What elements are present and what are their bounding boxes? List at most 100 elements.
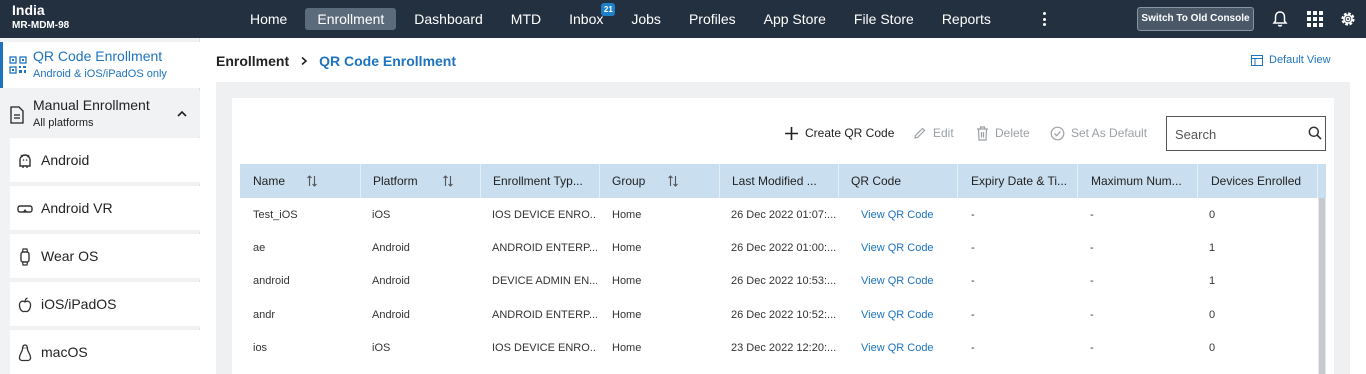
sidebar-item-label: macOS (41, 344, 88, 360)
column-header-maximum-number[interactable]: Maximum Num... (1078, 164, 1198, 198)
org-id: MR-MDM-98 (12, 20, 70, 31)
top-navigation-bar: India MR-MDM-98 Home Enrollment Dashboar… (0, 0, 1366, 38)
column-header-qr-code[interactable]: QR Code (839, 164, 958, 198)
vr-headset-icon (17, 205, 33, 213)
nav-enrollment[interactable]: Enrollment (305, 8, 397, 30)
cell-expiry-date: - (971, 242, 975, 254)
cell-platform: iOS (372, 342, 391, 354)
sidebar-item-android[interactable]: Android (10, 138, 200, 184)
table-row[interactable]: Test_iOS iOS IOS DEVICE ENRO... Home 26 … (240, 199, 1318, 232)
view-qr-code-link[interactable]: View QR Code (861, 299, 951, 332)
apps-grid-icon[interactable] (1306, 10, 1324, 28)
cell-group: Home (612, 309, 642, 321)
view-qr-code-link[interactable]: View QR Code (861, 199, 951, 232)
cell-devices-enrolled: 0 (1209, 309, 1216, 321)
table-row[interactable]: android Android DEVICE ADMIN EN... Home … (240, 265, 1318, 298)
nav-app-store[interactable]: App Store (750, 8, 840, 30)
table-row[interactable]: ae Android ANDROID ENTERP... Home 26 Dec… (240, 232, 1318, 265)
linux-penguin-icon (18, 344, 32, 362)
table-row[interactable]: andr Android ANDROID ENTERP... Home 26 D… (240, 299, 1318, 332)
column-header-name[interactable]: Name (240, 164, 361, 198)
nav-inbox-label: Inbox (569, 11, 604, 27)
cell-expiry-date: - (971, 275, 975, 287)
cell-maximum-number: - (1090, 309, 1094, 321)
column-header-label: Group (612, 174, 646, 188)
column-header-label: Name (253, 174, 286, 188)
column-header-group[interactable]: Group (600, 164, 720, 198)
cell-expiry-date: - (971, 342, 975, 354)
sidebar-item-macos[interactable]: macOS (10, 330, 200, 374)
org-switcher[interactable]: India MR-MDM-98 (12, 2, 69, 33)
view-qr-code-link[interactable]: View QR Code (861, 265, 951, 298)
default-view-label: Default View (1269, 54, 1331, 66)
cell-enrollment-type: ANDROID ENTERP... (492, 309, 597, 321)
view-qr-code-link[interactable]: View QR Code (861, 232, 951, 265)
more-vertical-icon[interactable] (1040, 10, 1048, 28)
table-row[interactable]: ios iOS IOS DEVICE ENRO... Home 23 Dec 2… (240, 332, 1318, 365)
bell-icon[interactable] (1271, 10, 1289, 28)
column-header-platform[interactable]: Platform (361, 164, 481, 198)
sidebar-item-qr-code-enrollment[interactable]: QR Code Enrollment Android & iOS/iPadOS … (0, 42, 200, 88)
cell-last-modified: 23 Dec 2022 12:20:... (731, 342, 836, 354)
column-header-expiry-date[interactable]: Expiry Date & Ti... (958, 164, 1078, 198)
set-as-default-label: Set As Default (1071, 126, 1148, 140)
set-as-default-button[interactable]: Set As Default (1050, 125, 1147, 141)
edit-label: Edit (933, 126, 954, 140)
cell-devices-enrolled: 1 (1209, 242, 1216, 254)
view-qr-code-link[interactable]: View QR Code (861, 332, 951, 365)
sort-icon[interactable] (306, 174, 318, 188)
apple-icon (18, 297, 32, 313)
sidebar-item-wear-os[interactable]: Wear OS (10, 234, 200, 280)
nav-home[interactable]: Home (236, 8, 301, 30)
cell-maximum-number: - (1090, 275, 1094, 287)
cell-last-modified: 26 Dec 2022 10:52:... (731, 309, 836, 321)
android-icon (19, 154, 31, 168)
switch-old-console-button[interactable]: Switch To Old Console (1137, 7, 1254, 31)
cell-devices-enrolled: 0 (1209, 342, 1216, 354)
search-icon[interactable] (1308, 126, 1322, 140)
cell-maximum-number: - (1090, 209, 1094, 221)
cell-name: android (253, 275, 290, 287)
plus-icon (785, 126, 798, 140)
cell-expiry-date: - (971, 209, 975, 221)
nav-jobs[interactable]: Jobs (617, 8, 675, 30)
table-scrollbar[interactable] (1318, 198, 1326, 374)
inbox-count-badge: 21 (601, 3, 616, 16)
edit-button[interactable]: Edit (913, 125, 954, 141)
nav-dashboard[interactable]: Dashboard (400, 8, 497, 30)
cell-group: Home (612, 275, 642, 287)
sidebar-group-manual-enrollment[interactable]: Manual Enrollment All platforms (0, 91, 200, 137)
scrollbar-thumb[interactable] (1319, 198, 1325, 374)
delete-label: Delete (995, 126, 1030, 140)
nav-profiles[interactable]: Profiles (675, 8, 750, 30)
nav-mtd[interactable]: MTD (497, 8, 555, 30)
sort-icon[interactable] (442, 174, 454, 188)
default-view-button[interactable]: Default View (1251, 54, 1331, 66)
column-header-enrollment-type[interactable]: Enrollment Typ... (481, 164, 600, 198)
sidebar-item-ios-ipados[interactable]: iOS/iPadOS (10, 282, 200, 328)
breadcrumb-parent[interactable]: Enrollment (216, 53, 289, 69)
nav-inbox[interactable]: Inbox 21 (555, 3, 617, 30)
cell-enrollment-type: IOS DEVICE ENRO... (492, 342, 597, 354)
cell-group: Home (612, 242, 642, 254)
sort-icon[interactable] (667, 174, 679, 188)
column-header-last-modified[interactable]: Last Modified ... (720, 164, 839, 198)
cell-platform: iOS (372, 209, 391, 221)
column-header-devices-enrolled[interactable]: Devices Enrolled (1198, 164, 1318, 198)
chevron-up-icon[interactable] (176, 109, 188, 119)
breadcrumb: Enrollment QR Code Enrollment (216, 53, 456, 69)
nav-reports[interactable]: Reports (928, 8, 1005, 30)
sidebar-item-android-vr[interactable]: Android VR (10, 186, 200, 232)
smartwatch-icon (20, 248, 30, 266)
create-qr-code-label: Create QR Code (805, 126, 895, 140)
delete-button[interactable]: Delete (976, 125, 1030, 141)
main-nav: Home Enrollment Dashboard MTD Inbox 21 J… (236, 3, 1005, 30)
sidebar-item-label: Android (41, 152, 90, 168)
create-qr-code-button[interactable]: Create QR Code (784, 125, 894, 141)
cell-expiry-date: - (971, 309, 975, 321)
search-input[interactable] (1175, 125, 1300, 143)
gear-icon[interactable] (1339, 10, 1357, 28)
nav-file-store[interactable]: File Store (840, 8, 928, 30)
cell-name: Test_iOS (253, 209, 298, 221)
cell-last-modified: 26 Dec 2022 01:07:... (731, 209, 836, 221)
